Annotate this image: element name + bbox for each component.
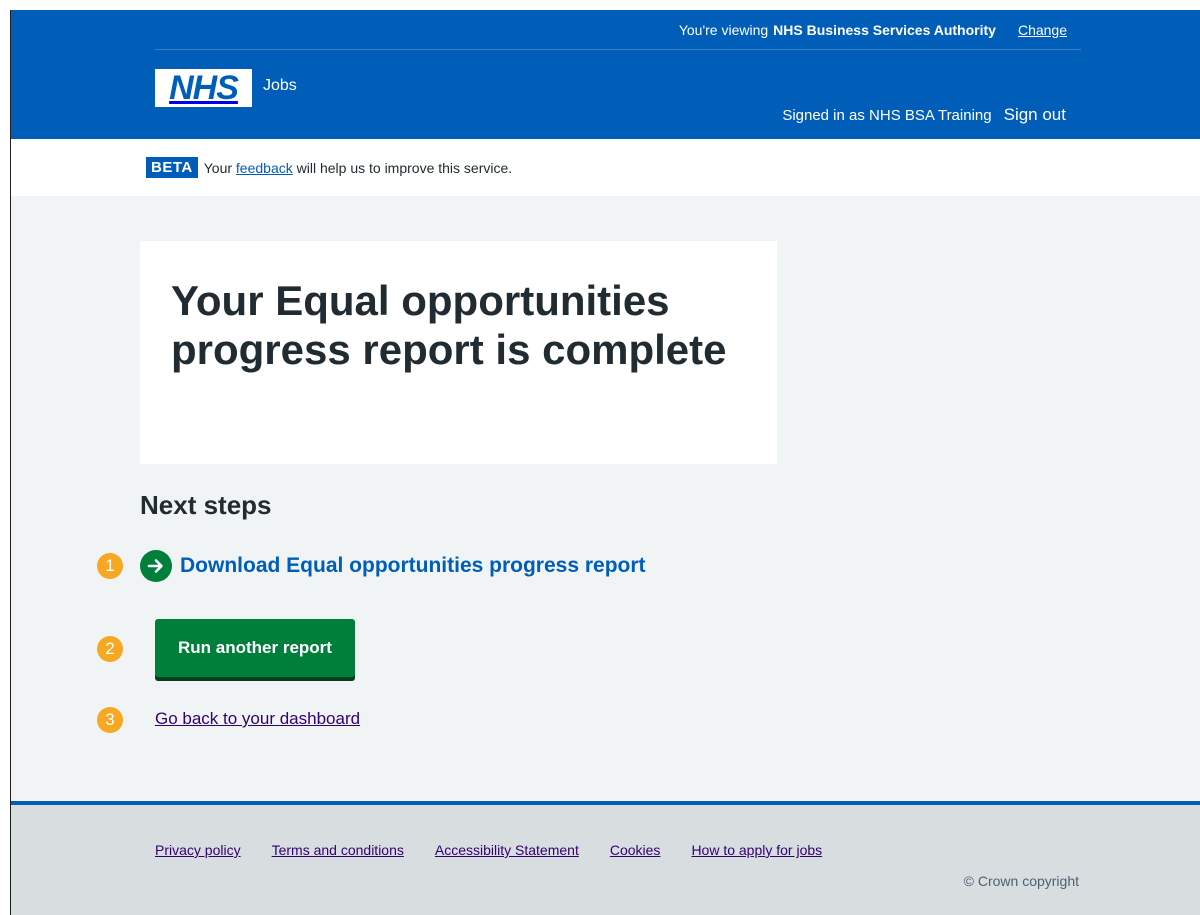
download-row: Download Equal opportunities progress re… [140, 550, 646, 582]
organisation-bar: You're viewing NHS Business Services Aut… [155, 10, 1081, 50]
footer-link-accessibility[interactable]: Accessibility Statement [435, 842, 579, 858]
page-frame: You're viewing NHS Business Services Aut… [10, 10, 1200, 915]
dashboard-link[interactable]: Go back to your dashboard [155, 709, 360, 729]
footer-link-how-to-apply[interactable]: How to apply for jobs [691, 842, 822, 858]
beta-text-after: will help us to improve this service. [296, 159, 513, 176]
footer-links: Privacy policy Terms and conditions Acce… [155, 842, 853, 858]
site-header: You're viewing NHS Business Services Aut… [10, 10, 1200, 139]
arrow-right-circle-icon [140, 550, 172, 582]
account-area: Signed in as NHS BSA Training Sign out [782, 105, 1066, 125]
viewing-label: You're viewing [678, 21, 769, 38]
download-report-link[interactable]: Download Equal opportunities progress re… [180, 554, 646, 578]
copyright: © Crown copyright [963, 873, 1079, 889]
footer-link-cookies[interactable]: Cookies [610, 842, 661, 858]
step-marker-3: 3 [97, 707, 123, 733]
nhs-logo[interactable]: NHS [155, 69, 252, 107]
nhs-logo-text: NHS [169, 69, 239, 107]
beta-text-before: Your [203, 159, 233, 176]
service-name: Jobs [263, 77, 297, 94]
organisation-name: NHS Business Services Authority [773, 21, 996, 38]
site-footer: Privacy policy Terms and conditions Acce… [10, 801, 1200, 915]
next-steps-heading: Next steps [140, 490, 272, 520]
footer-link-privacy[interactable]: Privacy policy [155, 842, 241, 858]
step-marker-2: 2 [97, 636, 123, 662]
signed-in-text: Signed in as NHS BSA Training [782, 106, 992, 124]
frame-edge [10, 10, 11, 915]
footer-link-terms[interactable]: Terms and conditions [272, 842, 404, 858]
change-organisation-link[interactable]: Change [1018, 22, 1067, 38]
step-marker-1: 1 [97, 553, 123, 579]
confirmation-panel: Your Equal opportunities progress report… [140, 241, 777, 464]
feedback-link[interactable]: feedback [236, 160, 293, 176]
run-another-report-button[interactable]: Run another report [155, 619, 355, 677]
sign-out-link[interactable]: Sign out [1004, 105, 1066, 125]
page-title: Your Equal opportunities progress report… [171, 277, 727, 373]
beta-banner: BETA Your feedback will help us to impro… [10, 139, 1200, 196]
beta-tag: BETA [146, 157, 198, 178]
